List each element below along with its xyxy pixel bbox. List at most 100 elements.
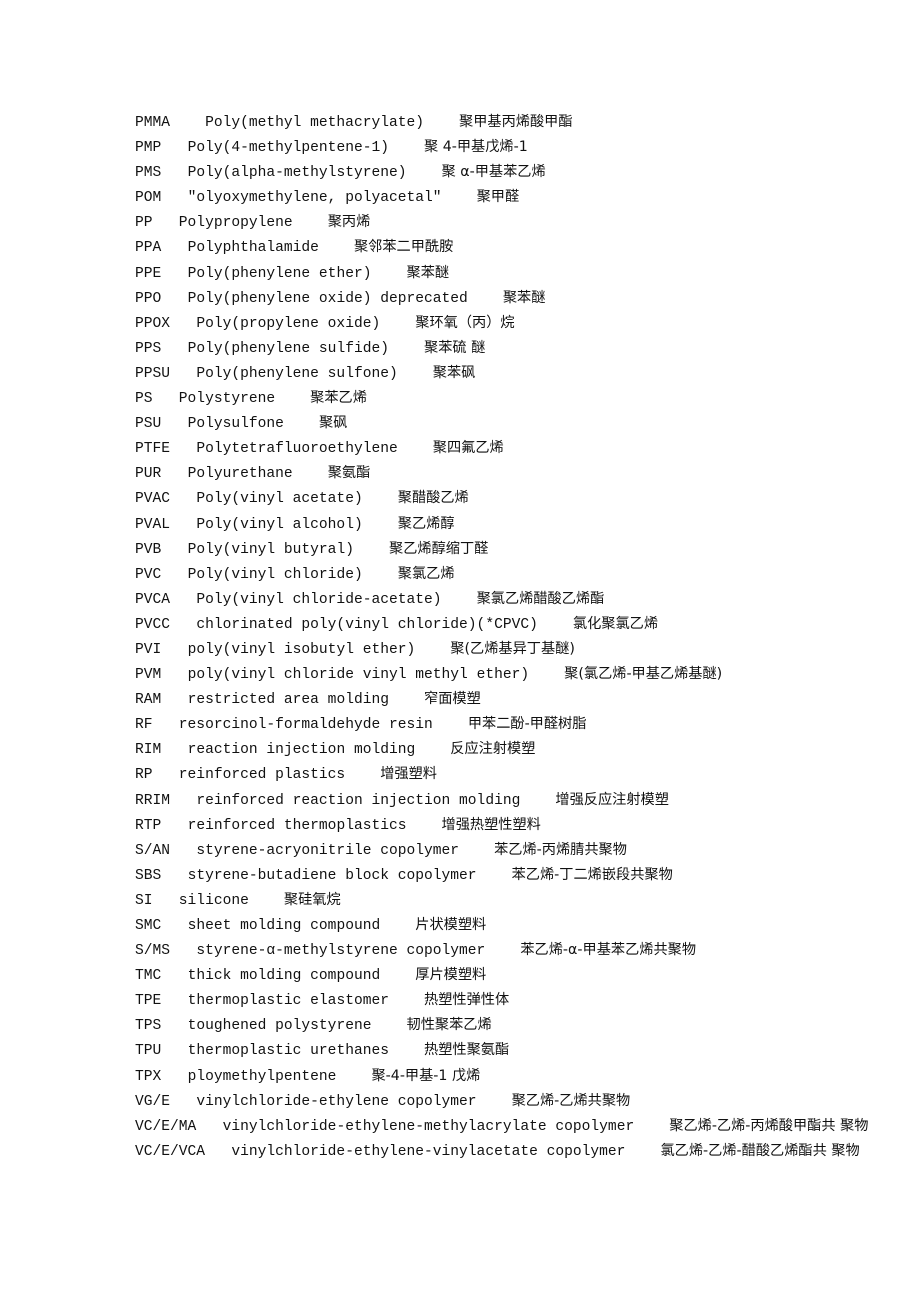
entry-gap bbox=[161, 140, 187, 156]
entry-gap bbox=[161, 918, 187, 934]
glossary-entry: PVC Poly(vinyl chloride) 聚氯乙烯 bbox=[135, 562, 875, 587]
entry-gap bbox=[170, 793, 196, 809]
entry-gap bbox=[398, 366, 433, 382]
entry-abbreviation: PVM bbox=[135, 667, 162, 684]
entry-chinese-term: 热塑性弹性体 bbox=[424, 992, 510, 1009]
entry-gap bbox=[442, 190, 477, 206]
entry-gap bbox=[170, 316, 196, 332]
entry-chinese-term: 聚苯砜 bbox=[432, 364, 476, 381]
entry-chinese-term: 聚 α-甲基苯乙烯 bbox=[441, 164, 546, 181]
entry-gap bbox=[170, 441, 196, 457]
glossary-entry: PVI poly(vinyl isobutyl ether) 聚(乙烯基异丁基醚… bbox=[135, 637, 875, 662]
entry-gap bbox=[153, 893, 179, 909]
entry-gap bbox=[161, 190, 187, 206]
entry-gap bbox=[477, 868, 512, 884]
entry-gap bbox=[293, 215, 328, 231]
entry-english-term: Poly(propylene oxide) bbox=[196, 315, 381, 332]
glossary-entry: PPS Poly(phenylene sulfide) 聚苯硫 醚 bbox=[135, 336, 875, 361]
entry-gap bbox=[407, 165, 442, 181]
entry-english-term: thermoplastic elastomer bbox=[187, 993, 389, 1010]
entry-gap bbox=[477, 1094, 512, 1110]
entry-english-term: toughened polystyrene bbox=[187, 1018, 372, 1035]
entry-chinese-term: 聚硅氧烷 bbox=[283, 891, 341, 908]
glossary-entry: PVB Poly(vinyl butyral) 聚乙烯醇缩丁醛 bbox=[135, 537, 875, 562]
entry-gap bbox=[161, 416, 187, 432]
entry-english-term: vinylchloride-ethylene-methylacrylate co… bbox=[222, 1118, 635, 1135]
entry-gap bbox=[284, 416, 319, 432]
glossary-entry: PPO Poly(phenylene oxide) deprecated 聚苯醚 bbox=[135, 286, 875, 311]
glossary-entry: RTP reinforced thermoplastics 增强热塑性塑料 bbox=[135, 813, 875, 838]
entry-english-term: Poly(vinyl acetate) bbox=[196, 491, 363, 508]
entry-gap bbox=[161, 1018, 187, 1034]
entry-gap bbox=[161, 291, 187, 307]
entry-gap bbox=[433, 717, 468, 733]
entry-gap bbox=[161, 818, 187, 834]
glossary-entry: RAM restricted area molding 窄面模塑 bbox=[135, 687, 875, 712]
entry-english-term: chlorinated poly(vinyl chloride)(*CPVC) bbox=[196, 616, 538, 633]
entry-gap bbox=[354, 542, 389, 558]
entry-gap bbox=[170, 617, 196, 633]
glossary-entry: SMC sheet molding compound 片状模塑料 bbox=[135, 913, 875, 938]
glossary-entry: TPE thermoplastic elastomer 热塑性弹性体 bbox=[135, 988, 875, 1013]
glossary-list: PMMA Poly(methyl methacrylate) 聚甲基丙烯酸甲酯 P… bbox=[135, 110, 875, 1164]
entry-abbreviation: PPE bbox=[135, 265, 162, 282]
entry-chinese-term: 增强塑料 bbox=[380, 766, 437, 783]
glossary-entry: PSU Polysulfone 聚砜 bbox=[135, 411, 875, 436]
entry-chinese-term: 聚(氯乙烯-甲基乙烯基醚) bbox=[564, 666, 723, 683]
entry-gap bbox=[389, 1043, 424, 1059]
entry-english-term: Poly(vinyl butyral) bbox=[187, 541, 354, 558]
glossary-entry: PVM poly(vinyl chloride vinyl methyl eth… bbox=[135, 662, 875, 687]
entry-chinese-term: 聚邻苯二甲酰胺 bbox=[353, 239, 454, 256]
entry-chinese-term: 聚甲醛 bbox=[476, 189, 520, 206]
entry-gap bbox=[625, 1144, 660, 1160]
glossary-entry: S/MS styrene-α-methylstyrene copolymer 苯… bbox=[135, 938, 875, 963]
entry-abbreviation: RAM bbox=[135, 692, 162, 709]
entry-english-term: styrene-acryonitrile copolymer bbox=[196, 842, 460, 859]
entry-chinese-term: 聚砜 bbox=[318, 415, 348, 432]
entry-gap bbox=[153, 215, 179, 231]
glossary-entry: PS Polystyrene 聚苯乙烯 bbox=[135, 386, 875, 411]
glossary-entry: PMP Poly(4-methylpentene-1) 聚 4-甲基戊烯-1 bbox=[135, 135, 875, 160]
entry-gap bbox=[196, 1119, 222, 1135]
entry-gap bbox=[529, 667, 564, 683]
entry-abbreviation: PMP bbox=[135, 140, 162, 157]
entry-gap bbox=[153, 767, 179, 783]
entry-abbreviation: S/MS bbox=[135, 943, 171, 960]
entry-gap bbox=[345, 767, 380, 783]
entry-abbreviation: RIM bbox=[135, 742, 162, 759]
entry-abbreviation: PP bbox=[135, 215, 153, 232]
entry-abbreviation: PVAC bbox=[135, 491, 171, 508]
entry-abbreviation: TPU bbox=[135, 1043, 162, 1060]
entry-abbreviation: PVCC bbox=[135, 616, 171, 633]
entry-abbreviation: SI bbox=[135, 892, 153, 909]
glossary-entry: PVAC Poly(vinyl acetate) 聚醋酸乙烯 bbox=[135, 486, 875, 511]
entry-chinese-term: 苯乙烯-丙烯腈共聚物 bbox=[494, 841, 627, 858]
entry-english-term: ploymethylpentene bbox=[187, 1068, 337, 1085]
entry-chinese-term: 氯乙烯-乙烯-醋酸乙烯酯共 聚物 bbox=[660, 1142, 860, 1159]
entry-english-term: Polystyrene bbox=[178, 391, 276, 408]
glossary-entry: TMC thick molding compound 厚片模塑料 bbox=[135, 963, 875, 988]
entry-abbreviation: TPE bbox=[135, 993, 162, 1010]
entry-english-term: ″olyoxymethylene, polyacetal″ bbox=[187, 190, 442, 207]
entry-gap bbox=[634, 1119, 669, 1135]
glossary-entry: PPOX Poly(propylene oxide) 聚环氧（丙）烷 bbox=[135, 311, 875, 336]
entry-gap bbox=[161, 266, 187, 282]
glossary-entry: PVAL Poly(vinyl alcohol) 聚乙烯醇 bbox=[135, 512, 875, 537]
entry-chinese-term: 聚乙烯醇 bbox=[397, 515, 455, 532]
entry-chinese-term: 热塑性聚氨酯 bbox=[424, 1042, 510, 1059]
entry-abbreviation: SMC bbox=[135, 918, 162, 934]
entry-gap bbox=[389, 341, 424, 357]
entry-gap bbox=[153, 391, 179, 407]
entry-chinese-term: 聚醋酸乙烯 bbox=[397, 490, 469, 507]
entry-gap bbox=[371, 266, 406, 282]
entry-gap bbox=[161, 742, 187, 758]
glossary-entry: VC/E/VCA vinylchloride-ethylene-vinylace… bbox=[135, 1139, 875, 1164]
entry-chinese-term: 聚乙烯-乙烯共聚物 bbox=[511, 1092, 631, 1109]
entry-abbreviation: PVC bbox=[135, 566, 162, 583]
entry-gap bbox=[389, 993, 424, 1009]
glossary-entry: VG/E vinylchloride-ethylene copolymer 聚乙… bbox=[135, 1089, 875, 1114]
entry-abbreviation: PPS bbox=[135, 340, 162, 357]
entry-gap bbox=[170, 1094, 196, 1110]
glossary-entry: PVCA Poly(vinyl chloride-acetate) 聚氯乙烯醋酸… bbox=[135, 587, 875, 612]
entry-gap bbox=[161, 341, 187, 357]
